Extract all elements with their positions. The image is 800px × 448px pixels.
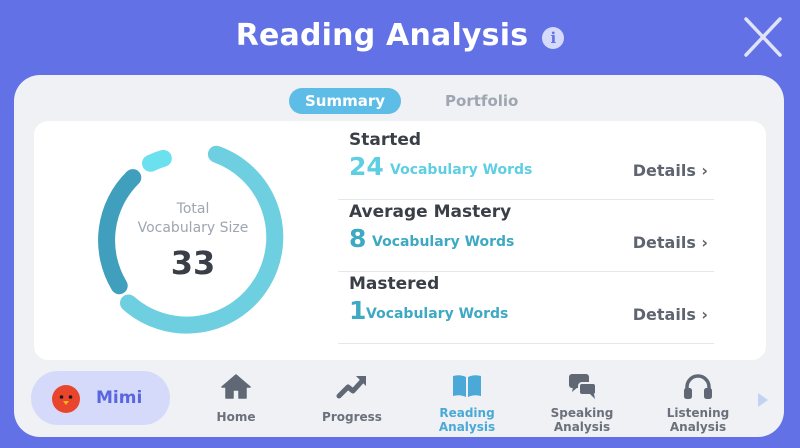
stat-count: 1 — [349, 296, 367, 325]
stat-unit: Vocabulary Words — [390, 162, 533, 178]
stat-unit: Vocabulary Words — [372, 234, 515, 250]
speech-bubbles-icon — [569, 374, 597, 399]
red-bird-avatar-icon — [52, 385, 80, 413]
nav-label: Home — [216, 410, 256, 424]
details-link-mastered[interactable]: Details › — [633, 305, 708, 324]
stat-count: 8 — [349, 224, 367, 253]
nav-label-line1: Reading — [439, 406, 495, 420]
nav-speaking-analysis[interactable]: Speaking Analysis — [532, 372, 632, 434]
total-label-line2: Vocabulary Size — [137, 220, 249, 236]
nav-label: Progress — [322, 410, 382, 424]
tab-bar: Summary Portfolio — [289, 88, 532, 114]
nav-listening-analysis[interactable]: Listening Analysis — [648, 372, 748, 434]
donut-segment-mastered — [142, 149, 172, 172]
info-icon[interactable]: i — [542, 26, 565, 49]
trend-arrow-icon — [336, 376, 366, 399]
tab-portfolio[interactable]: Portfolio — [431, 88, 532, 114]
details-link-average[interactable]: Details › — [633, 233, 708, 252]
nav-label-line2: Analysis — [553, 420, 611, 434]
total-label-line1: Total — [176, 201, 210, 217]
stat-average-mastery: Average Mastery 8 Vocabulary Words Detai… — [338, 200, 714, 272]
stat-started: Started 24 Vocabulary Words Details › — [338, 128, 714, 200]
details-link-started[interactable]: Details › — [633, 161, 708, 180]
book-icon — [453, 375, 481, 397]
stat-unit: Vocabulary Words — [366, 306, 509, 322]
nav-home[interactable]: Home — [186, 372, 286, 424]
total-value: 33 — [170, 244, 216, 282]
headphones-icon — [684, 374, 712, 399]
nav-label-line2: Analysis — [669, 420, 727, 434]
profile-name: Mimi — [96, 388, 143, 408]
page-title: Reading Analysis — [235, 18, 529, 53]
page-header: Reading Analysis i — [0, 18, 800, 53]
nav-progress[interactable]: Progress — [302, 372, 402, 424]
stat-title: Average Mastery — [349, 202, 512, 222]
stat-title: Started — [349, 130, 422, 150]
nav-label-line1: Speaking — [550, 406, 614, 420]
stat-mastered: Mastered 1 Vocabulary Words Details › — [338, 272, 714, 344]
nav-next-arrow-icon[interactable] — [757, 392, 769, 408]
profile-button[interactable]: Mimi — [31, 371, 170, 425]
stat-count: 24 — [349, 152, 384, 181]
donut-center: Total Vocabulary Size 33 — [96, 200, 290, 282]
nav-reading-analysis[interactable]: Reading Analysis — [417, 372, 517, 434]
home-icon — [221, 374, 251, 399]
close-icon[interactable] — [741, 17, 785, 57]
tab-summary[interactable]: Summary — [289, 88, 402, 114]
nav-label-line1: Listening — [666, 406, 730, 420]
stat-title: Mastered — [349, 274, 440, 294]
nav-label-line2: Analysis — [438, 420, 496, 434]
